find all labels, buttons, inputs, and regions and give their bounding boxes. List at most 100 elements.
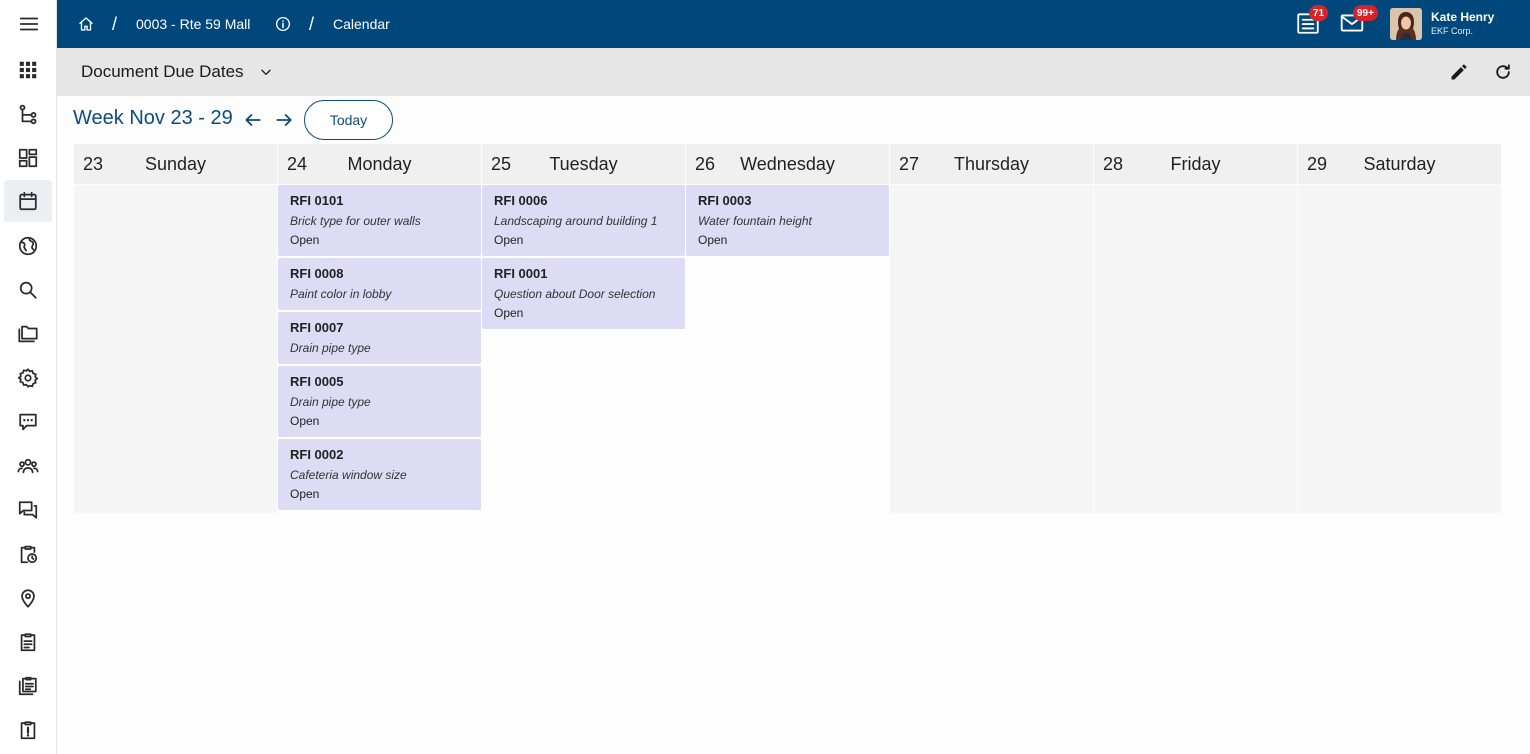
day-cell[interactable]: RFI 0003 Water fountain height Open [686,185,889,513]
calendar-event[interactable]: RFI 0003 Water fountain height Open [686,185,889,256]
week-title: Week Nov 23 - 29 [73,107,233,129]
documents-icon [18,676,37,696]
event-id: RFI 0006 [494,193,548,208]
edit-button[interactable] [1447,60,1471,84]
day-column-sunday: Sunday 23 [74,144,277,514]
calendar-event[interactable]: RFI 0005 Drain pipe type Open [278,366,481,437]
nav-dashboard[interactable] [4,137,52,179]
dashboard-icon [18,148,38,168]
day-cell[interactable] [890,185,1093,513]
calendar-event[interactable]: RFI 0006 Landscaping around building 1 O… [482,185,685,256]
notifications-button[interactable]: 71 [1295,5,1329,38]
event-status: Open [290,414,320,428]
top-bar: / 0003 - Rte 59 Mall / Calendar 71 99+ K… [57,0,1530,48]
day-cell[interactable] [74,185,277,513]
home-icon [79,17,93,31]
event-description: Drain pipe type [290,395,371,409]
day-number: 28 [1103,154,1124,174]
day-name: Wednesday [740,154,835,174]
user-name: Kate Henry [1431,10,1495,24]
nav-calendar[interactable] [4,180,52,222]
day-cell[interactable] [1298,185,1501,513]
info-icon [275,16,291,32]
day-name: Saturday [1363,154,1436,174]
nav-search[interactable] [4,269,52,311]
breadcrumb-separator: / [112,13,118,34]
calendar-icon [19,191,37,211]
nav-documents[interactable] [4,665,52,707]
refresh-icon [1496,64,1510,79]
day-header: Saturday 29 [1298,144,1501,184]
calendar-event[interactable]: RFI 0001 Question about Door selection O… [482,258,685,329]
today-button[interactable]: Today [304,100,393,140]
day-column-saturday: Saturday 29 [1298,144,1501,514]
refresh-button[interactable] [1491,60,1515,84]
event-status: Open [494,233,524,247]
day-header: Monday 24 [278,144,481,184]
calendar-event[interactable]: RFI 0101 Brick type for outer walls Open [278,185,481,256]
previous-week-button[interactable] [242,108,264,132]
calendar-event[interactable]: RFI 0008 Paint color in lobby [278,258,481,310]
messages-button[interactable]: 99+ [1339,5,1378,38]
breadcrumb-project[interactable]: 0003 - Rte 59 Mall [136,0,250,48]
nav-folders[interactable] [4,313,52,355]
chat-icon [18,501,38,519]
menu-button[interactable] [0,0,57,48]
nav-issues[interactable] [4,709,52,751]
nav-workflow[interactable] [4,93,52,135]
day-column-wednesday: Wednesday 26 RFI 0003 Water fountain hei… [686,144,889,514]
nav-checklists[interactable] [4,621,52,663]
day-name: Tuesday [549,154,618,174]
event-description: Question about Door selection [494,287,656,301]
nav-chat[interactable] [4,489,52,531]
search-icon [19,281,37,299]
event-description: Paint color in lobby [290,287,392,301]
day-number: 23 [83,154,104,174]
calendar-event[interactable]: RFI 0007 Drain pipe type [278,312,481,364]
day-cell[interactable]: RFI 0101 Brick type for outer walls Open… [278,185,481,513]
event-id: RFI 0002 [290,447,344,462]
day-header: Sunday 23 [74,144,277,184]
breadcrumb-page[interactable]: Calendar [333,0,390,48]
calendar-event[interactable]: RFI 0002 Cafeteria window size Open [278,439,481,510]
day-cell[interactable]: RFI 0006 Landscaping around building 1 O… [482,185,685,513]
user-photo [1390,8,1422,40]
event-id: RFI 0008 [290,266,344,281]
day-header: Wednesday 26 [686,144,889,184]
event-description: Cafeteria window size [290,468,407,482]
nav-apps[interactable] [4,49,52,91]
people-icon [17,458,39,474]
page-title[interactable]: Document Due Dates [81,48,244,96]
day-name: Thursday [953,154,1030,174]
home-link[interactable] [77,0,95,48]
arrow-right-icon [276,114,292,126]
day-header: Thursday 27 [890,144,1093,184]
nav-comments[interactable] [4,401,52,443]
avatar[interactable] [1390,8,1422,40]
event-status: Open [698,233,728,247]
clipboard-alert-icon [20,721,36,740]
hamburger-icon [19,17,38,31]
nav-people[interactable] [4,445,52,487]
nav-schedule[interactable] [4,533,52,575]
globe-icon [18,236,38,256]
day-number: 25 [491,154,512,174]
day-number: 27 [899,154,920,174]
view-dropdown-button[interactable] [259,65,273,79]
project-info-button[interactable] [274,0,292,48]
day-number: 26 [695,154,716,174]
day-header: Tuesday 25 [482,144,685,184]
nav-locations[interactable] [4,577,52,619]
nav-globe[interactable] [4,225,52,267]
event-description: Drain pipe type [290,341,371,355]
next-week-button[interactable] [273,108,295,132]
day-cell[interactable] [1094,185,1297,513]
pencil-icon [1451,64,1467,80]
nav-settings[interactable] [4,357,52,399]
day-name: Friday [1170,154,1221,174]
breadcrumb-separator-2: / [309,13,315,34]
day-number: 24 [287,154,308,174]
day-name: Monday [347,154,412,174]
gear-icon [17,368,39,388]
event-id: RFI 0007 [290,320,344,335]
